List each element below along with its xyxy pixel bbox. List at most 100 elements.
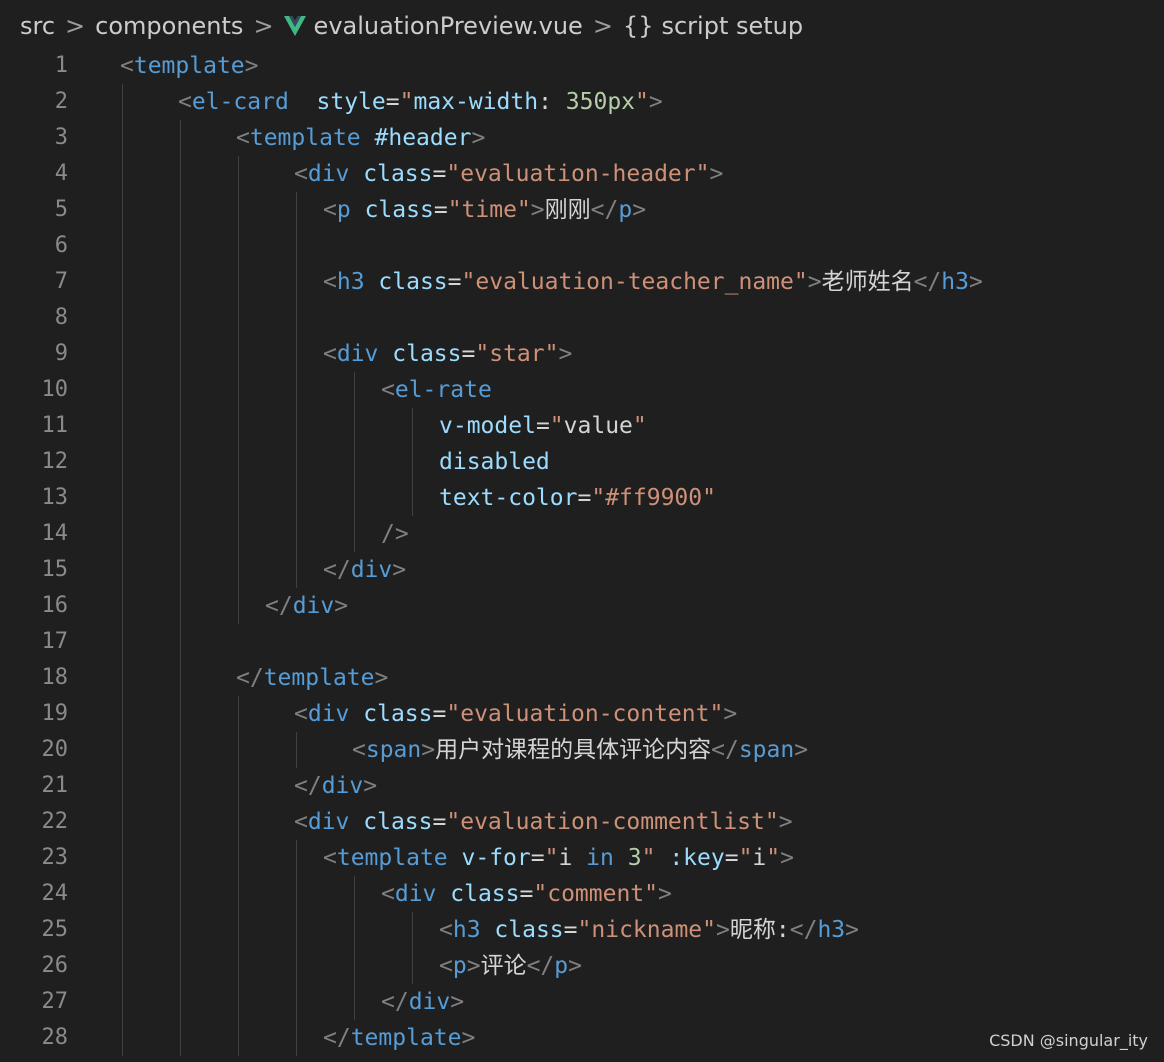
code-token: template: [133, 53, 245, 79]
code-line[interactable]: 6: [0, 228, 1164, 264]
code-token: 3: [627, 845, 642, 871]
indent-guide: [296, 732, 297, 768]
code-line[interactable]: 7 <h3 class="evaluation-teacher_name">老师姓…: [0, 264, 1164, 300]
code-line[interactable]: 5 <p class="time">刚刚</p>: [0, 192, 1164, 228]
code-editor[interactable]: 1 <template> 2 <el-card style="max-width: 3…: [0, 48, 1164, 1056]
code-line[interactable]: 24 <div class="comment">: [0, 876, 1164, 912]
code-token: div: [321, 773, 364, 799]
indent-guide: [238, 984, 239, 1020]
code-token: =: [461, 341, 476, 367]
code-line[interactable]: 20 <span>用户对课程的具体评论内容</span>: [0, 732, 1164, 768]
indent-guide: [180, 372, 181, 408]
code-token: template: [249, 125, 361, 151]
code-token: =: [433, 197, 448, 223]
code-line[interactable]: 26 <p>评论</p>: [0, 948, 1164, 984]
code-line[interactable]: 3 <template #header>: [0, 120, 1164, 156]
code-text: text-color="#ff9900": [439, 480, 716, 516]
code-token: </: [913, 269, 942, 295]
code-token: =: [432, 701, 447, 727]
code-text: <h3 class="evaluation-teacher_name">老师姓名…: [323, 264, 983, 300]
line-number: 20: [41, 737, 69, 762]
indent-guide: [180, 948, 181, 984]
vue-icon: [283, 16, 306, 36]
code-token: >: [334, 593, 349, 619]
code-line[interactable]: 27 </div>: [0, 984, 1164, 1020]
code-line[interactable]: 21 </div>: [0, 768, 1164, 804]
indent-guide: [180, 696, 181, 732]
indent-guide: [238, 876, 239, 912]
indent-guide: [296, 192, 297, 228]
code-line[interactable]: 17: [0, 624, 1164, 660]
code-token: </: [265, 593, 293, 619]
indent-guide: [122, 408, 123, 444]
code-token: 用户对课程的具体评论内容: [435, 737, 712, 763]
code-text: <template #header>: [236, 120, 485, 156]
code-token: >: [363, 773, 378, 799]
line-number: 12: [41, 449, 69, 474]
code-text: <div class="evaluation-content">: [294, 696, 737, 732]
breadcrumb-item-script-setup[interactable]: script setup: [661, 12, 803, 40]
indent-guide: [296, 480, 297, 516]
code-token: >: [648, 89, 663, 115]
indent-guide: [412, 912, 413, 948]
code-line[interactable]: 13 text-color="#ff9900": [0, 480, 1164, 516]
indent-guide: [180, 660, 181, 696]
code-line[interactable]: 18 </template>: [0, 660, 1164, 696]
code-line[interactable]: 14 />: [0, 516, 1164, 552]
indent-guide: [122, 444, 123, 480]
code-text: <div class="comment">: [381, 876, 672, 912]
indent-guide: [238, 948, 239, 984]
indent-guide: [180, 912, 181, 948]
indent-guide: [180, 588, 181, 624]
code-line[interactable]: 25 <h3 class="nickname">昵称:</h3>: [0, 912, 1164, 948]
code-token: </: [294, 773, 322, 799]
code-text: </template>: [236, 660, 388, 696]
code-line[interactable]: 16 </div>: [0, 588, 1164, 624]
code-token: <: [294, 809, 308, 835]
code-line[interactable]: 15 </div>: [0, 552, 1164, 588]
line-number: 25: [41, 917, 69, 942]
code-text: <p>评论</p>: [439, 948, 582, 984]
code-line[interactable]: 1 <template>: [0, 48, 1164, 84]
code-line[interactable]: 8: [0, 300, 1164, 336]
code-line[interactable]: 12 disabled: [0, 444, 1164, 480]
indent-guide: [122, 840, 123, 876]
code-line[interactable]: 9 <div class="star">: [0, 336, 1164, 372]
code-token: 老师姓名: [821, 269, 914, 295]
code-line[interactable]: 2 <el-card style="max-width: 350px">: [0, 84, 1164, 120]
code-line[interactable]: 19 <div class="evaluation-content">: [0, 696, 1164, 732]
code-token: <: [352, 737, 366, 763]
code-line[interactable]: 11 v-model="value": [0, 408, 1164, 444]
breadcrumb-item-file[interactable]: evaluationPreview.vue: [314, 12, 583, 40]
breadcrumb-item-src[interactable]: src: [20, 12, 55, 40]
indent-guide: [354, 876, 355, 912]
code-token: ": [766, 845, 781, 871]
chevron-right-icon: >: [65, 12, 86, 40]
code-token: <: [236, 125, 250, 151]
code-token: ": [632, 413, 647, 439]
indent-guide: [122, 768, 123, 804]
code-token: span: [738, 737, 795, 763]
indent-guide: [180, 732, 181, 768]
code-line[interactable]: 22 <div class="evaluation-commentlist">: [0, 804, 1164, 840]
indent-guide: [296, 372, 297, 408]
line-number: 8: [54, 305, 68, 330]
indent-guide: [238, 192, 239, 228]
breadcrumb-item-components[interactable]: components: [95, 12, 243, 40]
code-line[interactable]: 10 <el-rate: [0, 372, 1164, 408]
code-line[interactable]: 4 <div class="evaluation-header">: [0, 156, 1164, 192]
code-token: 昵称:: [729, 917, 790, 943]
code-token: :key: [669, 845, 725, 871]
indent-guide: [122, 804, 123, 840]
code-token: p: [452, 953, 467, 979]
code-token: <: [120, 53, 134, 79]
code-token: >: [845, 917, 859, 943]
indent-guide: [122, 372, 123, 408]
indent-guide: [122, 120, 123, 156]
indent-guide: [180, 480, 181, 516]
code-line[interactable]: 23 <template v-for="i in 3" :key="i">: [0, 840, 1164, 876]
line-number: 19: [41, 701, 69, 726]
